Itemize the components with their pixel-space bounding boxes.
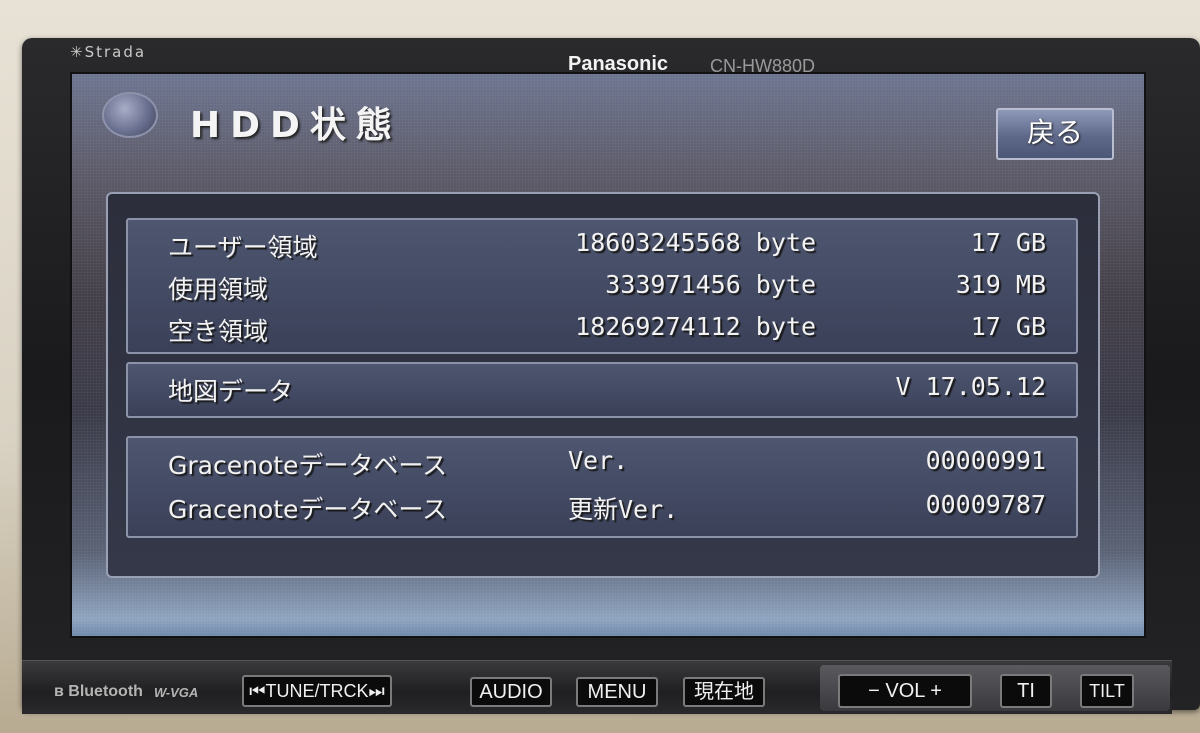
storage-label: 使用領域 <box>168 275 269 304</box>
storage-bytes: 18603245568 byte <box>575 228 816 257</box>
storage-label: 空き領域 <box>168 317 269 346</box>
ti-button[interactable]: TI <box>1000 674 1052 708</box>
map-data-group: 地図データ V 17.05.12 <box>126 362 1078 418</box>
storage-size: 17 GB <box>970 228 1046 257</box>
gracenote-value: 00000991 <box>925 446 1046 475</box>
gracenote-row-update-version: Gracenoteデータベース 更新Ver. 00009787 <box>128 488 1076 528</box>
gracenote-version-label: 更新Ver. <box>568 495 679 524</box>
gracenote-version-label: Ver. <box>568 446 629 475</box>
volume-button[interactable]: − VOL + <box>838 674 972 708</box>
storage-size: 319 MB <box>955 270 1046 299</box>
map-data-row: 地図データ V 17.05.12 <box>128 370 1076 410</box>
tune-track-button[interactable]: ⏮TUNE/TRCK⏭ <box>242 675 392 707</box>
storage-size: 17 GB <box>970 312 1046 341</box>
bluetooth-logo: ʙ Bluetooth <box>54 683 143 701</box>
strada-logo: ✳Strada <box>70 43 147 61</box>
wvga-logo: W-VGA <box>154 685 199 700</box>
title-orb-icon <box>102 92 158 138</box>
tilt-button[interactable]: TILT <box>1080 674 1134 708</box>
hdd-info-panel: ユーザー領域 18603245568 byte 17 GB 使用領域 33397… <box>106 192 1100 578</box>
display-screen: HDD状態 戻る ユーザー領域 18603245568 byte 17 GB 使… <box>70 72 1146 638</box>
menu-button[interactable]: MENU <box>576 677 658 707</box>
storage-row-used: 使用領域 333971456 byte 319 MB <box>128 268 1076 308</box>
storage-group: ユーザー領域 18603245568 byte 17 GB 使用領域 33397… <box>126 218 1078 354</box>
storage-label: ユーザー領域 <box>168 233 318 262</box>
gracenote-group: Gracenoteデータベース Ver. 00000991 Gracenoteデ… <box>126 436 1078 538</box>
audio-button[interactable]: AUDIO <box>470 677 552 707</box>
gracenote-value: 00009787 <box>925 490 1046 519</box>
gracenote-label: Gracenoteデータベース <box>168 495 448 524</box>
bluetooth-icon: ʙ <box>54 683 69 700</box>
gracenote-row-version: Gracenoteデータベース Ver. 00000991 <box>128 444 1076 484</box>
page-title: HDD状態 <box>190 105 402 146</box>
storage-bytes: 333971456 byte <box>605 270 816 299</box>
gracenote-label: Gracenoteデータベース <box>168 451 448 480</box>
storage-row-free: 空き領域 18269274112 byte 17 GB <box>128 310 1076 350</box>
map-data-version: V 17.05.12 <box>895 372 1046 401</box>
current-location-button[interactable]: 現在地 <box>683 677 765 707</box>
map-data-label: 地図データ <box>168 377 294 406</box>
bluetooth-label: Bluetooth <box>68 683 143 700</box>
storage-row-user: ユーザー領域 18603245568 byte 17 GB <box>128 226 1076 266</box>
storage-bytes: 18269274112 byte <box>575 312 816 341</box>
back-button[interactable]: 戻る <box>996 108 1114 160</box>
